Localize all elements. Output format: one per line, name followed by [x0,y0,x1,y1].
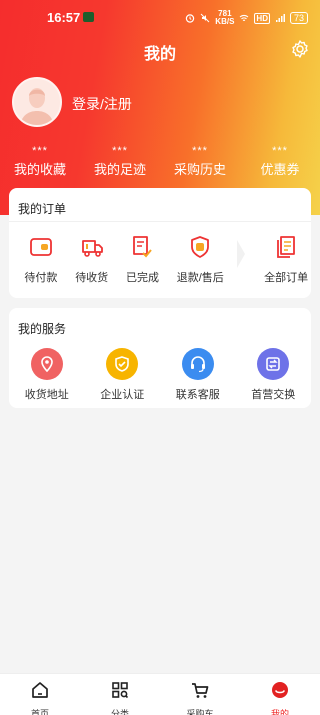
cart-icon [192,683,209,698]
avatar[interactable] [12,77,62,127]
truck-icon [81,240,103,257]
app-notification-icon [83,12,94,22]
order-completed[interactable]: 已完成 [118,234,168,285]
page-title: 我的 [143,46,176,63]
tab-mine[interactable]: 我的 [240,674,320,715]
mute-icon [200,13,210,23]
exchange-document-icon [257,348,290,380]
bottom-tab-bar: 首页 分类 采购车 我的 [0,673,320,715]
services-title: 我的服务 [18,322,67,336]
home-icon [32,682,48,698]
orders-title: 我的订单 [9,188,311,222]
orders-card: 我的订单 待付款 待收货 已完成 退款/售后 全部订单 [9,188,311,298]
alarm-icon [186,14,195,23]
category-grid-icon [112,682,129,699]
tab-purchase-cart[interactable]: 采购车 [160,674,240,715]
checklist-icon [133,236,153,258]
tab-category[interactable]: 分类 [80,674,160,715]
status-bar: 16:57 781 KB/S HD 73 [0,0,320,34]
default-avatar-icon [20,88,54,125]
stat-purchase-history[interactable]: *** 采购历史 [160,145,240,178]
profile-face-icon [272,682,288,698]
service-shipping-address[interactable]: 收货地址 [9,348,85,402]
battery-indicator: 73 [289,12,308,24]
wifi-icon [240,14,249,22]
login-register-link[interactable]: 登录/注册 [72,94,132,114]
shield-check-icon [106,348,139,380]
status-time: 16:57 [47,10,81,25]
order-pending-receipt[interactable]: 待收货 [67,234,117,285]
divider-arrow-icon [237,240,246,268]
services-card: 我的服务 收货地址 企业认证 联系客服 首营交换 [9,308,311,408]
stat-footprint[interactable]: *** 我的足迹 [80,145,160,178]
signal-icon [275,14,285,22]
wallet-icon [29,238,52,256]
service-first-operation-exchange[interactable]: 首营交换 [236,348,312,402]
service-customer-support[interactable]: 联系客服 [160,348,236,402]
service-enterprise-certification[interactable]: 企业认证 [85,348,161,402]
stat-favorites[interactable]: *** 我的收藏 [0,145,80,178]
tab-home[interactable]: 首页 [0,674,80,715]
stat-coupons[interactable]: *** 优惠券 [240,145,320,178]
order-refund-after-sale[interactable]: 退款/售后 [175,234,225,285]
user-stats: *** 我的收藏 *** 我的足迹 *** 采购历史 *** 优惠券 [0,145,320,178]
all-orders-icon [277,236,295,258]
settings-gear-icon[interactable] [290,39,310,59]
order-pending-payment[interactable]: 待付款 [16,234,66,285]
headset-icon [181,348,214,380]
location-pin-icon [30,348,63,380]
shield-after-sale-icon [191,236,210,258]
network-speed: 781 KB/S [215,9,235,26]
order-all[interactable]: 全部订单 [261,234,311,285]
hd-badge-icon: HD [254,12,270,24]
